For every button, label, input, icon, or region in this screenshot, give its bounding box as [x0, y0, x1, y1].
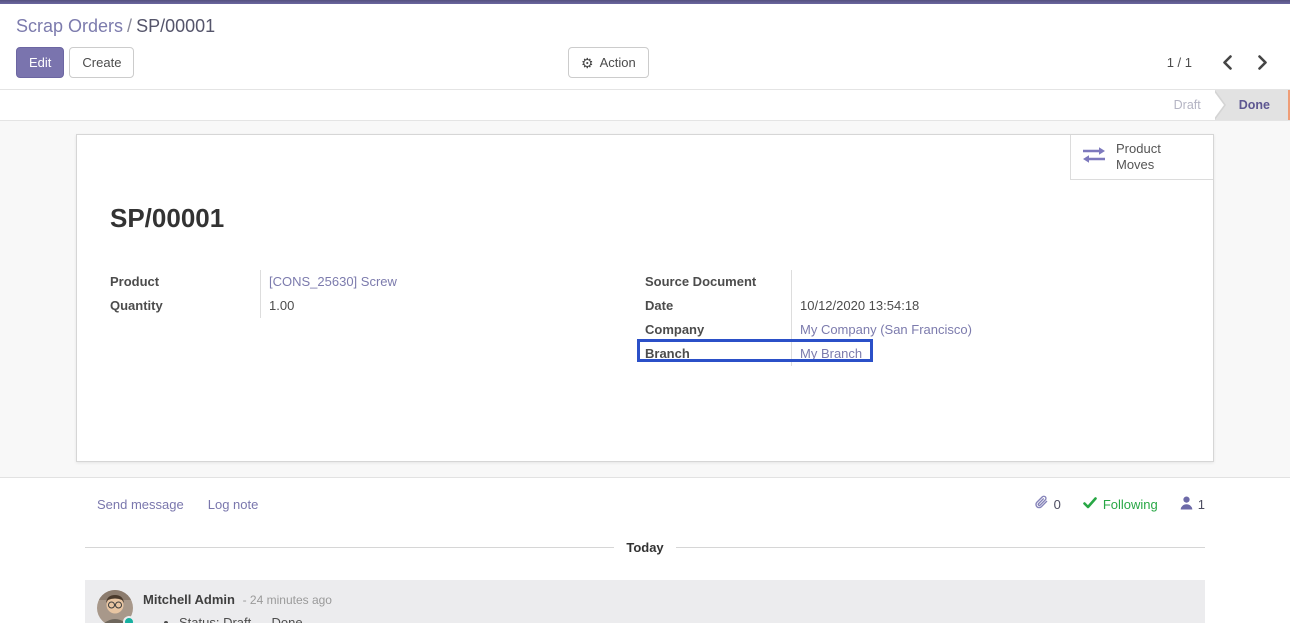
field-groups: Product [CONS_25630] Screw Quantity 1.00… — [110, 270, 1180, 366]
company-link[interactable]: My Company (San Francisco) — [800, 322, 972, 337]
tracking-value: Status: Draft → Done — [179, 615, 332, 623]
field-row-branch: Branch My Branch — [645, 342, 1180, 366]
pager: 1 / 1 — [1167, 55, 1274, 70]
quantity-field-value: 1.00 — [260, 294, 645, 318]
message-body: Mitchell Admin - 24 minutes ago Status: … — [143, 590, 332, 623]
attachment-button[interactable]: 0 — [1035, 495, 1061, 513]
message-header: Mitchell Admin - 24 minutes ago — [143, 592, 332, 607]
stat-button-label: Product Moves — [1116, 141, 1176, 172]
chatter-message: Mitchell Admin - 24 minutes ago Status: … — [85, 580, 1205, 623]
chatter-topbar-right: 0 Following 1 — [1035, 495, 1205, 513]
avatar — [97, 590, 133, 623]
product-link[interactable]: [CONS_25630] Screw — [269, 274, 397, 289]
statusbar: Draft Done — [0, 89, 1290, 121]
control-panel: Scrap Orders/SP/00001 Edit Create ⚙ Acti… — [0, 4, 1290, 89]
exchange-arrows-icon — [1081, 146, 1107, 169]
product-moves-stat-button[interactable]: Product Moves — [1070, 135, 1213, 180]
breadcrumb: Scrap Orders/SP/00001 — [16, 14, 1274, 38]
branch-field-value: My Branch — [791, 342, 1180, 366]
form-view-background: Product Moves SP/00001 Product [CONS_256… — [0, 121, 1290, 477]
pager-value: 1 / 1 — [1167, 55, 1192, 70]
following-button[interactable]: Following — [1083, 497, 1158, 512]
action-button-label: Action — [600, 54, 636, 71]
breadcrumb-scrap-orders[interactable]: Scrap Orders — [16, 16, 123, 36]
pager-nav — [1222, 55, 1268, 70]
field-row-date: Date 10/12/2020 13:54:18 — [645, 294, 1180, 318]
page: Scrap Orders/SP/00001 Edit Create ⚙ Acti… — [0, 0, 1290, 625]
divider-line-right — [676, 547, 1205, 548]
status-step-done[interactable]: Done — [1215, 90, 1290, 120]
send-message-button[interactable]: Send message — [97, 497, 184, 512]
create-button[interactable]: Create — [69, 47, 134, 78]
breadcrumb-current: SP/00001 — [136, 16, 215, 36]
message-author[interactable]: Mitchell Admin — [143, 592, 235, 607]
date-field-label: Date — [645, 294, 791, 318]
pager-next-icon[interactable] — [1258, 55, 1268, 70]
chatter: Send message Log note 0 Following — [0, 477, 1290, 623]
record-title: SP/00001 — [110, 135, 1180, 234]
field-row-product: Product [CONS_25630] Screw — [110, 270, 645, 294]
product-field-label: Product — [110, 270, 260, 294]
product-field-value: [CONS_25630] Screw — [260, 270, 645, 294]
date-divider-label: Today — [614, 540, 675, 555]
field-row-quantity: Quantity 1.00 — [110, 294, 645, 318]
date-divider: Today — [85, 540, 1205, 555]
follower-count: 1 — [1198, 497, 1205, 512]
tracking-list: Status: Draft → Done — [165, 615, 332, 623]
source-document-field-value — [791, 270, 1180, 294]
attachment-count: 0 — [1054, 497, 1061, 512]
breadcrumb-separator: / — [127, 16, 132, 36]
right-field-group: Source Document Date 10/12/2020 13:54:18… — [645, 270, 1180, 366]
online-status-dot — [123, 616, 135, 623]
divider-line-left — [85, 547, 614, 548]
following-label: Following — [1103, 497, 1158, 512]
branch-link[interactable]: My Branch — [800, 346, 862, 361]
message-timestamp: - 24 minutes ago — [243, 593, 332, 607]
followers-button[interactable]: 1 — [1180, 496, 1205, 513]
status-step-draft[interactable]: Draft — [1156, 90, 1215, 120]
quantity-field-label: Quantity — [110, 294, 260, 318]
action-button[interactable]: ⚙ Action — [568, 47, 649, 78]
source-document-field-label: Source Document — [645, 270, 791, 294]
branch-field-label: Branch — [645, 342, 791, 366]
control-buttons-row: Edit Create ⚙ Action 1 / 1 — [16, 47, 1274, 78]
company-field-label: Company — [645, 318, 791, 342]
company-field-value: My Company (San Francisco) — [791, 318, 1180, 342]
person-icon — [1180, 496, 1193, 513]
edit-button[interactable]: Edit — [16, 47, 64, 78]
pager-previous-icon[interactable] — [1222, 55, 1232, 70]
paperclip-icon — [1035, 495, 1049, 513]
chatter-topbar: Send message Log note 0 Following — [85, 495, 1205, 513]
field-row-company: Company My Company (San Francisco) — [645, 318, 1180, 342]
date-field-value: 10/12/2020 13:54:18 — [791, 294, 1180, 318]
left-field-group: Product [CONS_25630] Screw Quantity 1.00 — [110, 270, 645, 366]
check-icon — [1083, 497, 1097, 512]
field-row-source-document: Source Document — [645, 270, 1180, 294]
form-sheet: Product Moves SP/00001 Product [CONS_256… — [76, 134, 1214, 462]
gear-icon: ⚙ — [581, 56, 594, 70]
log-note-button[interactable]: Log note — [208, 497, 259, 512]
